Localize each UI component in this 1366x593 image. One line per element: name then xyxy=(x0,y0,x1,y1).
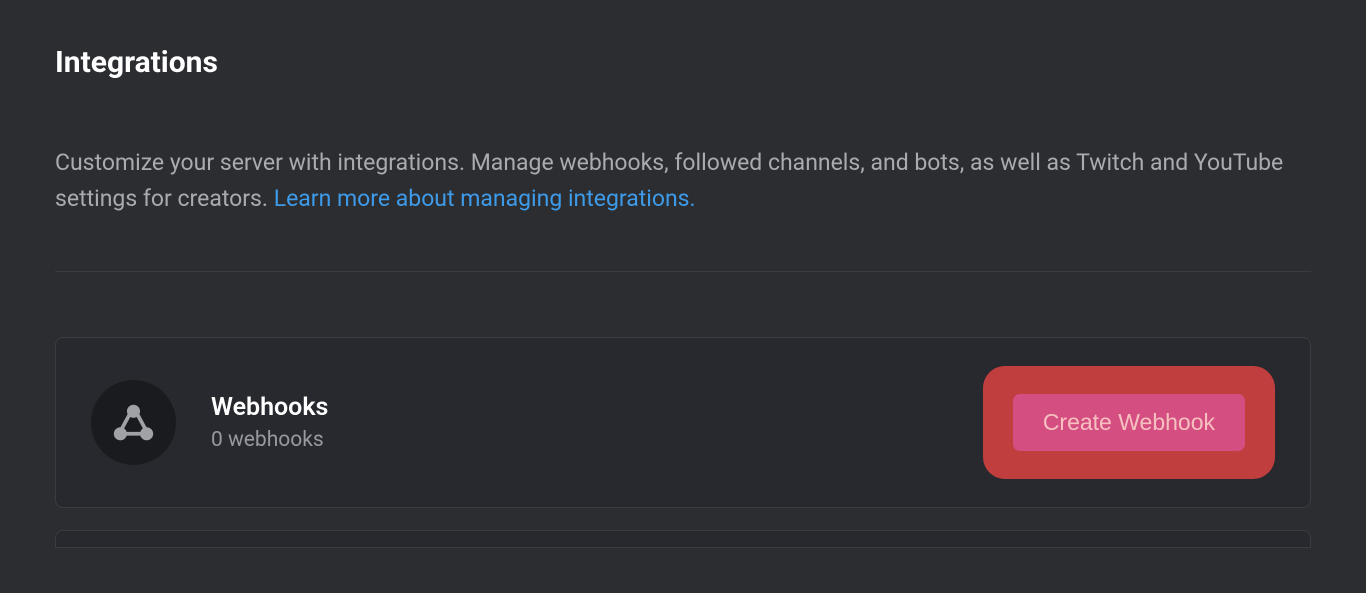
webhook-icon xyxy=(111,400,156,445)
page-description: Customize your server with integrations.… xyxy=(55,145,1311,216)
card-subtitle: 0 webhooks xyxy=(211,428,328,452)
webhook-icon-container xyxy=(91,380,176,465)
card-text-section: Webhooks 0 webhooks xyxy=(211,393,328,452)
create-webhook-button[interactable]: Create Webhook xyxy=(1013,394,1245,451)
webhooks-card: Webhooks 0 webhooks Create Webhook xyxy=(55,337,1311,508)
integrations-page: Integrations Customize your server with … xyxy=(0,0,1366,593)
card-left-section: Webhooks 0 webhooks xyxy=(91,380,328,465)
page-title: Integrations xyxy=(55,45,1311,80)
divider xyxy=(55,271,1311,272)
partial-card xyxy=(55,530,1311,548)
learn-more-link[interactable]: Learn more about managing integrations. xyxy=(274,185,696,212)
highlight-box: Create Webhook xyxy=(983,366,1275,479)
card-title: Webhooks xyxy=(211,393,328,422)
